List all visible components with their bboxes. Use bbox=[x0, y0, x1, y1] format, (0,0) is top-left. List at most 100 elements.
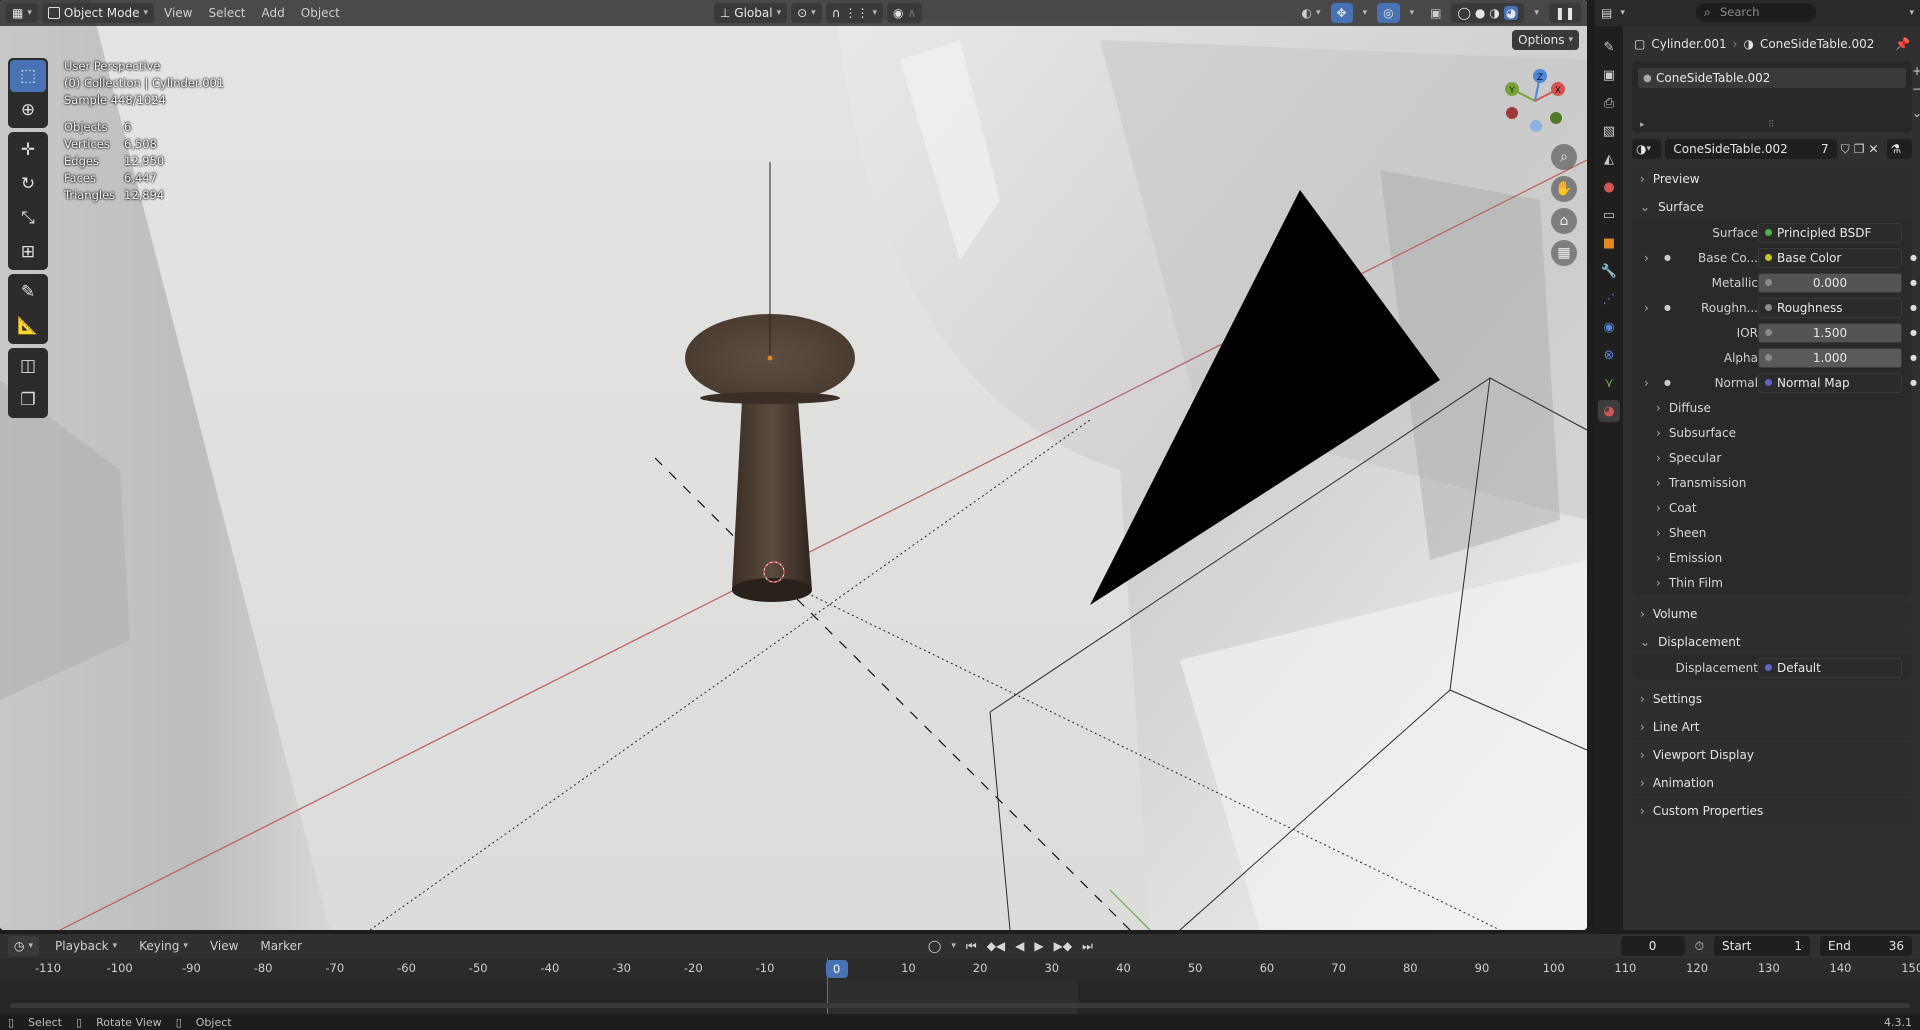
add-object-icon[interactable]: ❐ bbox=[10, 384, 46, 416]
select-box-icon[interactable]: ⬚ bbox=[10, 60, 46, 92]
data-tab-icon[interactable]: ⋎ bbox=[1598, 372, 1620, 394]
material-settings-button[interactable]: ⚗ bbox=[1886, 139, 1912, 159]
visibility-dropdown[interactable]: ◐ ▾ bbox=[1296, 3, 1327, 23]
timeline-editor-type-button[interactable]: ◷ ▾ bbox=[8, 936, 40, 956]
keyframe-dot-icon[interactable]: ● bbox=[1910, 303, 1917, 312]
surface-input-value[interactable]: Normal Map bbox=[1758, 372, 1902, 393]
jump-keyframe-forward-icon[interactable]: ▶◆ bbox=[1054, 939, 1072, 953]
navigation-gizmo[interactable]: X Y Z bbox=[1500, 66, 1570, 136]
annotate-icon[interactable]: ✎ bbox=[10, 276, 46, 308]
surface-subpanel[interactable]: › Thin Film bbox=[1632, 570, 1912, 595]
constraints-tab-icon[interactable]: ⊗ bbox=[1598, 344, 1620, 366]
collection-tab-icon[interactable]: ▭ bbox=[1598, 204, 1620, 226]
measure-icon[interactable]: 📐 bbox=[10, 310, 46, 342]
surface-subpanel[interactable]: › Transmission bbox=[1632, 470, 1912, 495]
view-layer-tab-icon[interactable]: ▧ bbox=[1598, 120, 1620, 142]
volume-header[interactable]: › Volume bbox=[1632, 601, 1912, 627]
options-dropdown[interactable]: Options ▾ bbox=[1512, 30, 1579, 50]
snap-dropdown[interactable]: ∩ ⋮⋮ ▾ bbox=[825, 3, 884, 23]
line-art-section[interactable]: › Line Art bbox=[1632, 714, 1912, 740]
menu-view[interactable]: View bbox=[158, 3, 198, 23]
timeline-track-area[interactable] bbox=[0, 958, 1920, 1014]
custom-properties-section[interactable]: › Custom Properties bbox=[1632, 798, 1912, 824]
surface-input-value[interactable]: Roughness bbox=[1758, 297, 1902, 318]
surface-header[interactable]: ⌄ Surface bbox=[1632, 194, 1912, 220]
neg-x-handle[interactable] bbox=[1506, 107, 1518, 119]
material-shading-icon[interactable]: ◑ bbox=[1489, 6, 1499, 20]
preview-header[interactable]: › Preview bbox=[1632, 166, 1912, 192]
jump-keyframe-back-icon[interactable]: ◆◀ bbox=[987, 939, 1005, 953]
expand-arrow-icon[interactable]: ▸ bbox=[1640, 120, 1645, 130]
volume-section[interactable]: › Volume bbox=[1632, 601, 1912, 627]
surface-input-value[interactable]: 1.000 bbox=[1758, 347, 1902, 368]
ortho-grid-icon[interactable]: ▦ bbox=[1551, 240, 1577, 266]
proportional-edit-button[interactable]: ◉ ∧ bbox=[887, 3, 923, 23]
surface-subpanel[interactable]: › Coat bbox=[1632, 495, 1912, 520]
world-tab-icon[interactable]: ● bbox=[1598, 176, 1620, 198]
menu-select[interactable]: Select bbox=[202, 3, 251, 23]
object-tab-icon[interactable]: ■ bbox=[1598, 232, 1620, 254]
surface-subpanel[interactable]: › Emission bbox=[1632, 545, 1912, 570]
add-cube-icon[interactable]: ◫ bbox=[10, 350, 46, 382]
menu-keying[interactable]: Keying ▾ bbox=[133, 936, 194, 956]
editor-type-button[interactable]: ▦ ▾ bbox=[6, 3, 38, 23]
camera-icon[interactable]: ⌂ bbox=[1551, 208, 1577, 234]
slot-menu-caret-icon[interactable]: ⌄ bbox=[1912, 106, 1920, 120]
shading-buttons[interactable]: ◯ ● ◑ ◕ bbox=[1451, 3, 1525, 23]
jump-start-icon[interactable]: ⏮ bbox=[966, 939, 977, 954]
cursor-icon[interactable]: ⊕ bbox=[10, 94, 46, 126]
viewport-scene[interactable] bbox=[0, 0, 1587, 930]
surface-input-value[interactable]: 1.500 bbox=[1758, 322, 1902, 343]
remove-slot-button[interactable]: − bbox=[1912, 82, 1920, 96]
surface-subpanel[interactable]: › Sheen bbox=[1632, 520, 1912, 545]
gizmo-dropdown[interactable]: ▾ bbox=[1357, 3, 1374, 23]
physics-tab-icon[interactable]: ◉ bbox=[1598, 316, 1620, 338]
properties-search-input[interactable]: Search bbox=[1696, 3, 1816, 22]
material-slot-item[interactable]: ● ConeSideTable.002 bbox=[1638, 68, 1906, 88]
settings-section[interactable]: › Settings bbox=[1632, 686, 1912, 712]
material-name-field[interactable]: ConeSideTable.002 7 bbox=[1665, 139, 1837, 159]
chevron-right-icon[interactable]: › bbox=[1644, 251, 1649, 265]
wireframe-shading-icon[interactable]: ◯ bbox=[1457, 6, 1470, 20]
pin-icon[interactable]: 📌 bbox=[1895, 37, 1910, 51]
settings-header[interactable]: › Settings bbox=[1632, 686, 1912, 712]
scale-icon[interactable]: ⤡ bbox=[10, 202, 46, 234]
overlays-dropdown[interactable]: ▾ bbox=[1404, 3, 1421, 23]
custom-properties-header[interactable]: › Custom Properties bbox=[1632, 798, 1912, 824]
preview-section[interactable]: › Preview bbox=[1632, 166, 1912, 192]
line-art-header[interactable]: › Line Art bbox=[1632, 714, 1912, 740]
tool-tab-icon[interactable]: ✎ bbox=[1598, 36, 1620, 58]
keyframe-dot-icon[interactable]: ● bbox=[1910, 253, 1917, 262]
resize-handle-icon[interactable]: ⠿ bbox=[1768, 120, 1775, 130]
output-tab-icon[interactable]: ⎙ bbox=[1598, 92, 1620, 114]
menu-timeline-view[interactable]: View bbox=[204, 936, 244, 956]
mode-dropdown[interactable]: Object Mode ▾ bbox=[41, 3, 154, 23]
viewport-display-section[interactable]: › Viewport Display bbox=[1632, 742, 1912, 768]
surface-subpanel[interactable]: › Diffuse bbox=[1632, 395, 1912, 420]
props-options-caret-icon[interactable]: ▾ bbox=[1909, 8, 1914, 18]
surface-input-value[interactable]: Principled BSDF bbox=[1758, 222, 1902, 243]
editor-type-icon[interactable]: ▤ bbox=[1601, 6, 1612, 20]
chevron-right-icon[interactable]: › bbox=[1644, 301, 1649, 315]
neg-y-handle[interactable] bbox=[1550, 112, 1562, 124]
keyframe-dot-icon[interactable]: ● bbox=[1910, 378, 1917, 387]
surface-input-value[interactable]: Base Color bbox=[1758, 247, 1902, 268]
zoom-icon[interactable]: ⌕ bbox=[1551, 144, 1577, 170]
play-icon[interactable]: ▶ bbox=[1034, 939, 1043, 953]
jump-end-icon[interactable]: ⏭ bbox=[1082, 939, 1093, 954]
material-tab-icon[interactable]: ◕ bbox=[1598, 400, 1620, 422]
menu-playback[interactable]: Playback ▾ bbox=[49, 936, 123, 956]
pivot-point-dropdown[interactable]: ⊙ ▾ bbox=[791, 3, 822, 23]
end-frame-field[interactable]: End 36 bbox=[1820, 936, 1912, 956]
editor-type-caret-icon[interactable]: ▾ bbox=[1620, 8, 1625, 18]
particles-tab-icon[interactable]: ⋰ bbox=[1598, 288, 1620, 310]
displacement-header[interactable]: ⌄ Displacement bbox=[1632, 629, 1912, 655]
browse-material-button[interactable]: ◑ ▾ bbox=[1632, 139, 1662, 159]
rotate-icon[interactable]: ↻ bbox=[10, 168, 46, 200]
animation-header[interactable]: › Animation bbox=[1632, 770, 1912, 796]
keyframe-dot-icon[interactable]: ● bbox=[1910, 278, 1917, 287]
playhead-frame-indicator[interactable]: 0 bbox=[825, 960, 848, 978]
frame-ruler[interactable]: -110 -100 -90 -80 -70 -60 -50 -40 -30 -20 -10 0 10 20… bbox=[0, 958, 1920, 980]
surface-subpanel[interactable]: › Specular bbox=[1632, 445, 1912, 470]
transform-icon[interactable]: ⊞ bbox=[10, 236, 46, 268]
